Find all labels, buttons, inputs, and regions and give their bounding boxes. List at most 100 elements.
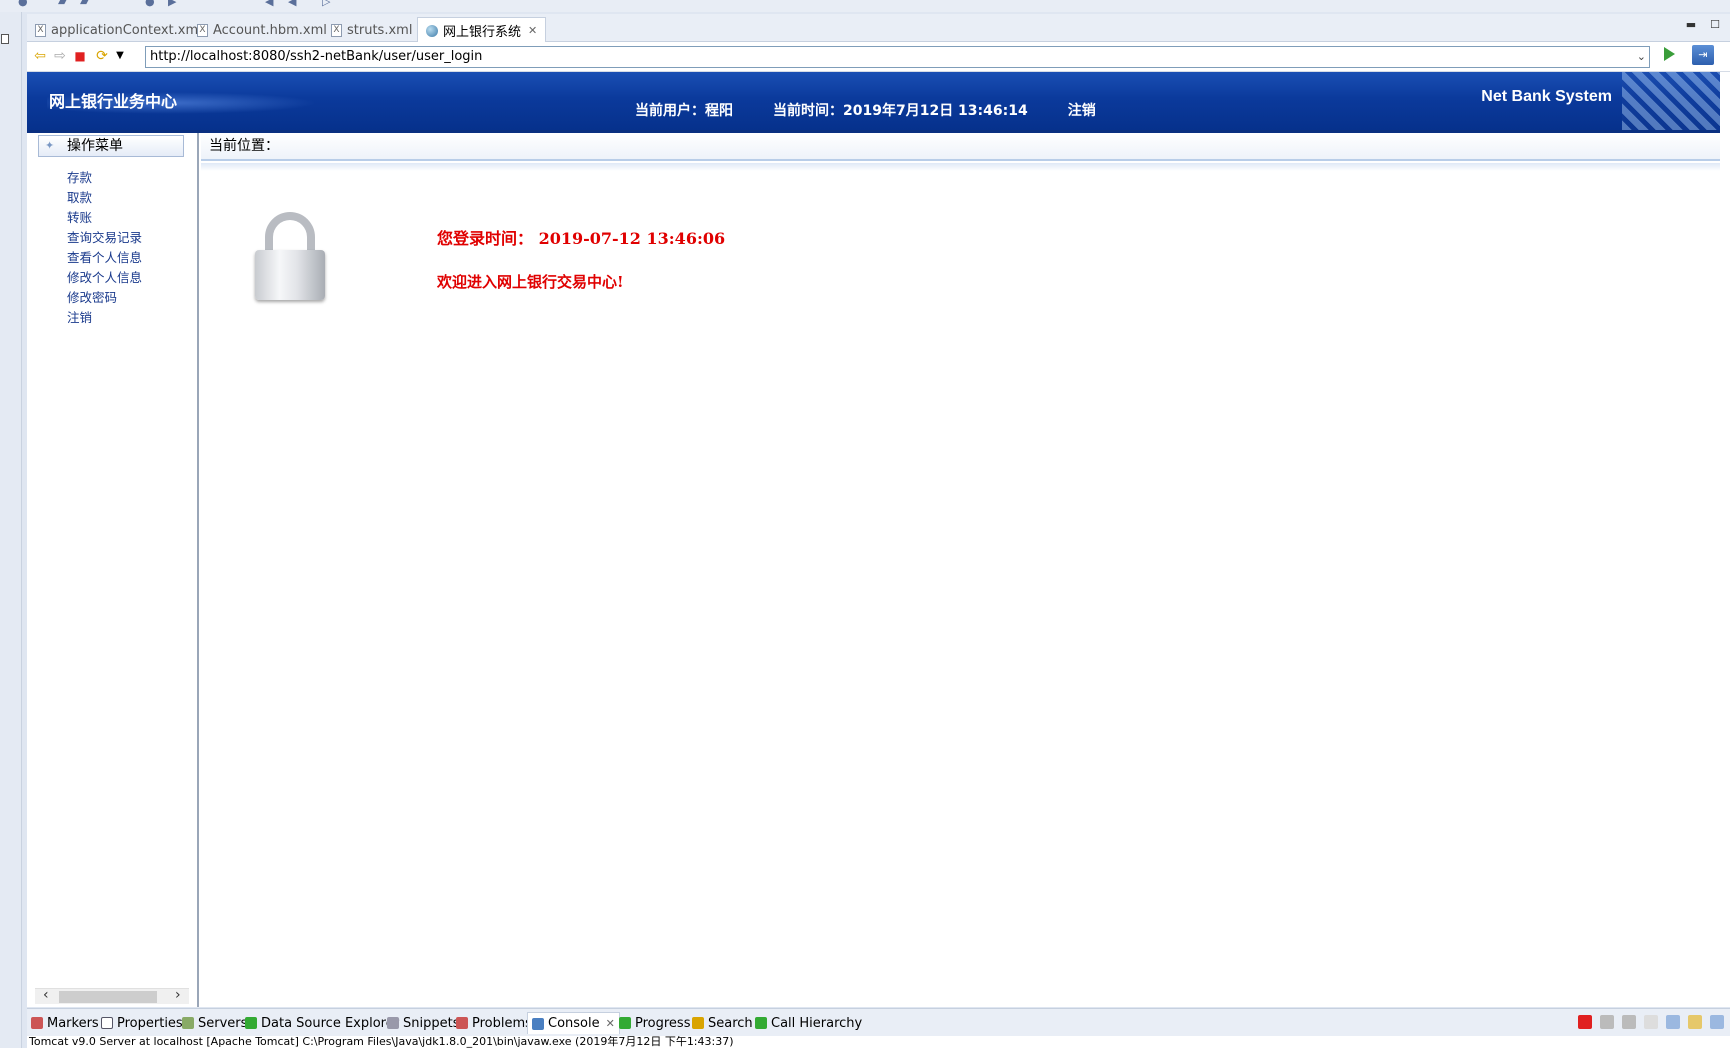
folder-icon[interactable]: ▰ [80,0,94,8]
folder-icon[interactable]: ▰ [58,0,72,8]
tab-account-hbm[interactable]: X Account.hbm.xml [189,18,335,42]
editor-tab-bar: X applicationContext.xml X Account.hbm.x… [27,14,1730,43]
back-icon[interactable]: ⇦ [31,47,49,65]
tab-properties[interactable]: Properties [97,1012,187,1034]
user-info: 当前用户：程阳 当前时间：2019年7月12日 13:46:14 注销 [635,100,1096,120]
remove-all-icon[interactable] [1622,1015,1636,1029]
welcome-message: 欢迎进入网上银行交易中心! [437,273,624,291]
toolbar-icon[interactable]: ● [145,0,159,8]
external-browser-icon[interactable]: ⇥ [1692,45,1714,65]
tab-search[interactable]: Search [688,1012,757,1034]
url-text: http://localhost:8080/ssh2-netBank/user/… [150,49,483,64]
current-user: 当前用户：程阳 [635,103,733,119]
refresh-icon[interactable]: ⟳ [93,47,111,65]
menu-item-change-password[interactable]: 修改密码 [67,288,142,308]
sidebar: ✦ 操作菜单 存款 取款 转账 查询交易记录 查看个人信息 修改个人信息 修改密… [27,133,199,1007]
tab-struts[interactable]: X struts.xml [323,18,420,42]
xml-file-icon: X [197,23,208,37]
clear-console-icon[interactable] [1644,1015,1658,1029]
snippets-icon [387,1017,399,1029]
tab-label: Markers [47,1015,99,1031]
problems-icon [456,1017,468,1029]
tab-markers[interactable]: Markers [27,1012,103,1034]
close-icon[interactable]: ✕ [606,1017,615,1030]
menu-item-deposit[interactable]: 存款 [67,168,142,188]
back-icon[interactable]: ◀ [265,0,279,8]
forward-icon[interactable]: ◀ [288,0,302,8]
globe-icon [426,24,438,37]
tab-netbank[interactable]: 网上银行系统 ✕ [417,17,547,43]
console-icon [532,1017,544,1030]
brand-name: Net Bank System [1481,88,1612,105]
site-banner: 网上银行业务中心 当前用户：程阳 当前时间：2019年7月12日 13:46:1… [27,72,1720,130]
tab-label: applicationContext.xml [51,22,202,38]
login-time-label: 您登录时间： [437,229,534,248]
site-title: 网上银行业务中心 [49,92,178,111]
menu-header-label: 操作菜单 [67,138,123,154]
tab-data-source-explorer[interactable]: Data Source Explorer [241,1012,403,1034]
tab-label: Problems [472,1015,532,1031]
chevron-down-icon[interactable]: ⌄ [1637,47,1646,67]
forward-icon[interactable]: ⇨ [51,47,69,65]
chevron-down-icon[interactable]: ▼ [111,47,129,65]
menu-item-edit-profile[interactable]: 修改个人信息 [67,268,142,288]
next-icon[interactable]: ▷ [322,0,336,8]
scroll-thumb[interactable] [59,991,157,1003]
browser-toolbar: ⇦ ⇨ ■ ⟳ ▼ http://localhost:8080/ssh2-net… [27,42,1730,72]
menu-header[interactable]: ✦ 操作菜单 [38,135,184,157]
remove-launch-icon[interactable] [1600,1015,1614,1029]
menu-item-transactions[interactable]: 查询交易记录 [67,228,142,248]
terminate-icon[interactable] [1578,1015,1592,1029]
tab-label: 网上银行系统 [443,25,522,40]
menu-item-view-profile[interactable]: 查看个人信息 [67,248,142,268]
bottom-view-tabs: Markers Properties Servers Data Source E… [27,1008,1730,1036]
tab-label: Search [708,1015,753,1031]
menu-list: 存款 取款 转账 查询交易记录 查看个人信息 修改个人信息 修改密码 注销 [67,168,142,328]
go-icon[interactable] [1664,47,1675,61]
data-source-icon [245,1017,257,1029]
web-page: 网上银行业务中心 当前用户：程阳 当前时间：2019年7月12日 13:46:1… [27,72,1730,1007]
maximize-icon[interactable]: ☐ [1710,18,1720,31]
tab-call-hierarchy[interactable]: Call Hierarchy [751,1012,866,1034]
current-time: 当前时间：2019年7月12日 13:46:14 [773,103,1028,119]
call-hierarchy-icon [755,1017,767,1029]
tab-applicationcontext[interactable]: X applicationContext.xml [27,18,210,42]
run-icon[interactable]: ▶ [168,0,182,8]
toolbar-icon[interactable]: ● [18,0,32,8]
servers-icon [182,1017,194,1029]
chevron-right-icon[interactable]: › [175,987,181,1003]
breadcrumb-shadow [201,163,1720,171]
minimize-icon[interactable]: ▬ [1686,18,1696,31]
tab-label: Progress [635,1015,691,1031]
close-icon[interactable]: ✕ [528,24,537,37]
tab-label: Account.hbm.xml [213,22,327,38]
chevron-left-icon[interactable]: ‹ [43,987,49,1003]
tab-console[interactable]: Console ✕ [527,1012,620,1034]
stop-icon[interactable]: ■ [71,47,89,65]
tab-progress[interactable]: Progress [615,1012,694,1034]
show-console-icon[interactable] [1710,1015,1724,1029]
tab-label: struts.xml [347,22,413,38]
console-output: Tomcat v9.0 Server at localhost [Apache … [27,1036,1730,1048]
expand-icon: ✦ [45,139,55,152]
horizontal-scrollbar[interactable]: ‹ › [35,987,189,1004]
window-controls: ▬ ☐ [1686,18,1720,31]
xml-file-icon: X [331,23,342,37]
tab-label: Call Hierarchy [771,1015,863,1031]
word-wrap-icon[interactable] [1688,1015,1702,1029]
menu-item-withdraw[interactable]: 取款 [67,188,142,208]
scroll-lock-icon[interactable] [1666,1015,1680,1029]
tab-label: Snippets [403,1015,460,1031]
menu-item-logout[interactable]: 注销 [67,308,142,328]
logout-link[interactable]: 注销 [1068,100,1096,120]
breadcrumb: 当前位置： [201,133,1720,161]
minimized-view-icon[interactable] [1,34,9,44]
progress-icon [619,1017,631,1029]
tab-label: Data Source Explorer [261,1015,400,1031]
tab-problems[interactable]: Problems [452,1012,536,1034]
main-toolbar: ● ▰ ▰ ● ▶ ◀ ◀ ▷ [0,0,1730,12]
keyboard-graphic [1622,72,1720,130]
menu-item-transfer[interactable]: 转账 [67,208,142,228]
url-field[interactable]: http://localhost:8080/ssh2-netBank/user/… [145,46,1650,68]
xml-file-icon: X [35,23,46,37]
